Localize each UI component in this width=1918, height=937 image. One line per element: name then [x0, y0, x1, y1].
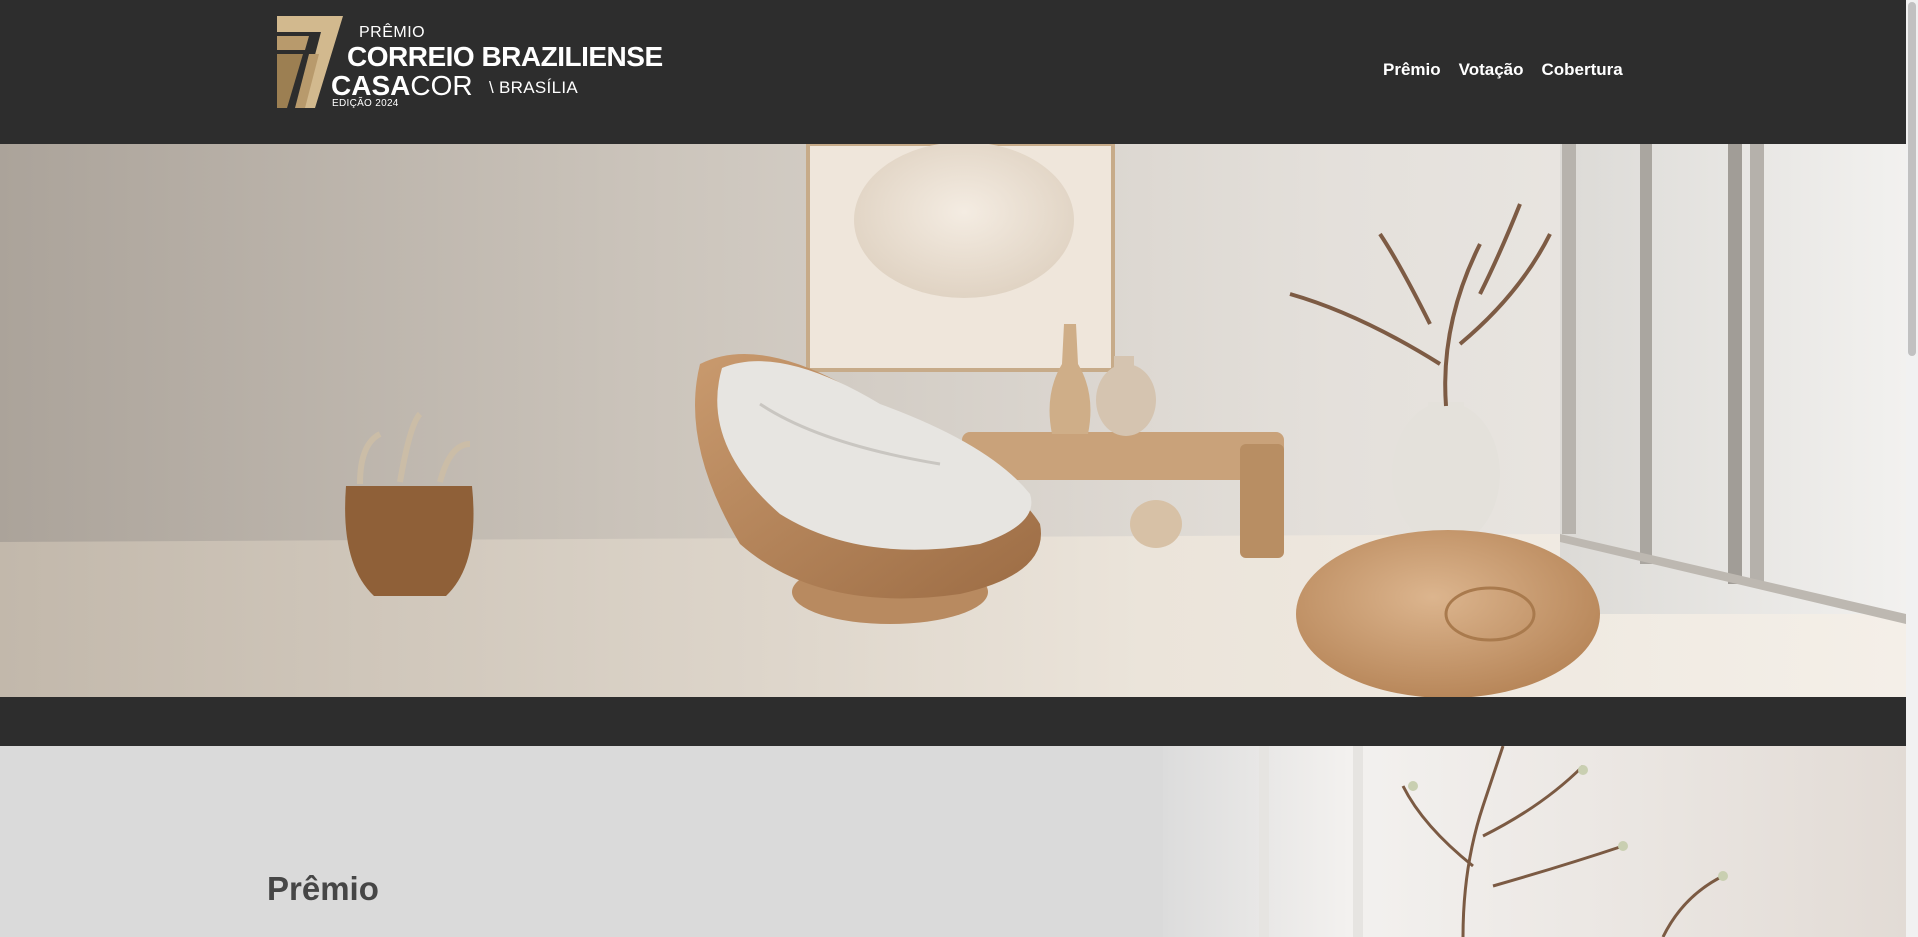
- section-title: Prêmio: [267, 870, 379, 907]
- site-logo[interactable]: PRÊMIO CORREIO BRAZILIENSE CASACOR \ BRA…: [275, 14, 663, 112]
- hero-banner-image: [0, 144, 1906, 697]
- logo-cor-text: COR: [410, 70, 473, 101]
- logo-premio-text: PRÊMIO: [359, 24, 426, 41]
- logo-correio-text: CORREIO BRAZILIENSE: [347, 41, 663, 72]
- logo-wordmark: PRÊMIO CORREIO BRAZILIENSE CASACOR \ BRA…: [275, 14, 663, 112]
- nav-link-premio[interactable]: Prêmio: [1383, 60, 1441, 80]
- logo-casa-text: CASA: [331, 70, 411, 101]
- page-scrollbar[interactable]: [1906, 0, 1918, 937]
- scrollbar-thumb[interactable]: [1908, 2, 1916, 356]
- premio-section: Prêmio: [0, 746, 1906, 937]
- main-nav: Prêmio Votação Cobertura: [1383, 60, 1623, 80]
- logo-city-text: \ BRASÍLIA: [489, 78, 578, 97]
- logo-edition-text: EDIÇÃO 2024: [332, 98, 399, 109]
- section-decor-image: [1163, 746, 1906, 937]
- nav-link-votacao[interactable]: Votação: [1459, 60, 1524, 80]
- dark-band: [0, 697, 1906, 745]
- site-header: PRÊMIO CORREIO BRAZILIENSE CASACOR \ BRA…: [0, 0, 1906, 143]
- nav-link-cobertura[interactable]: Cobertura: [1542, 60, 1623, 80]
